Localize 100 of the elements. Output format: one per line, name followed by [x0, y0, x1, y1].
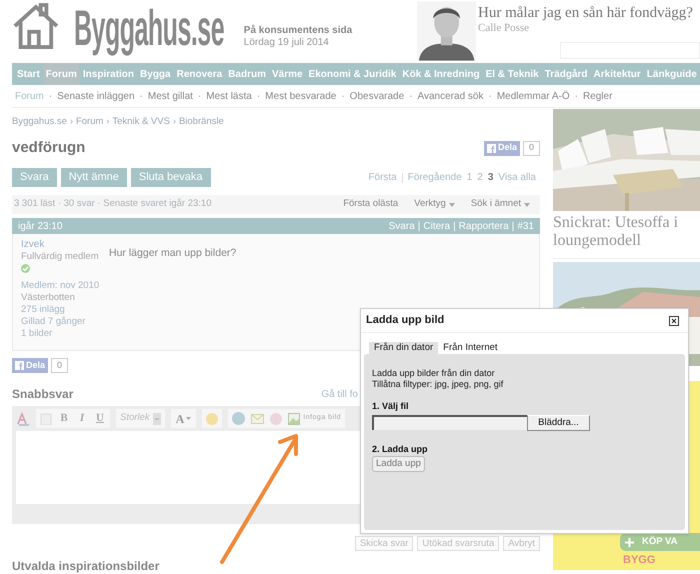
dropdown-icon: [152, 412, 161, 424]
goto-link[interactable]: Gå till fo: [321, 386, 358, 402]
tool-menu[interactable]: Sök i ämnet: [470, 197, 530, 212]
separator-dot: ·: [198, 90, 202, 104]
subnav-link[interactable]: Mest besvarade: [265, 88, 336, 104]
nav-tab[interactable]: Arkitektur: [590, 63, 644, 85]
author-detail: Gillad 7 gånger: [21, 316, 86, 328]
separator-dot: ·: [140, 90, 143, 104]
dialog-tab[interactable]: Från din dator: [369, 342, 438, 354]
nav-tab[interactable]: Värme: [268, 63, 306, 85]
dialog-text: Ladda upp bilder från din dator: [372, 368, 496, 379]
house-logo-icon: [12, 2, 60, 52]
dialog-text: Tillåtna filtyper: jpg, jpeg, png, gif: [372, 379, 504, 390]
nav-tab[interactable]: Trädgård: [542, 63, 591, 85]
ad-brand: BYGG: [623, 553, 656, 568]
breadcrumb-link[interactable]: Byggahus.se: [12, 114, 67, 130]
mail-icon[interactable]: [251, 414, 264, 424]
reply-button[interactable]: Utökad svarsruta: [417, 536, 500, 551]
breadcrumb-link[interactable]: Teknik & VVS: [112, 114, 170, 130]
subnav-link[interactable]: Avancerad sök: [418, 88, 484, 104]
share-count: 0: [51, 358, 68, 373]
pagination-link[interactable]: 1: [466, 170, 472, 185]
separator-dot: ·: [409, 90, 412, 104]
font-color-button[interactable]: A: [170, 409, 196, 428]
reply-button[interactable]: Skicka svar: [354, 536, 414, 551]
circle-icon[interactable]: [270, 412, 282, 424]
nav-tab[interactable]: Bygga: [137, 63, 174, 85]
image-icon: [288, 412, 300, 424]
text-style-icon[interactable]: [16, 412, 30, 426]
author-detail: 275 inlägg: [21, 304, 66, 316]
nav-tab[interactable]: Ekonomi & Juridik: [306, 63, 400, 85]
post-action[interactable]: Citera: [423, 218, 450, 234]
separator-dot: ·: [256, 90, 260, 104]
card-caption[interactable]: Snickrat: Utesoffa i loungemodell: [553, 214, 700, 250]
author-detail: 1 bilder: [21, 328, 54, 340]
pagination-link[interactable]: Visa alla: [498, 170, 536, 185]
reply-button[interactable]: Avbryt: [503, 536, 540, 551]
nav-tab[interactable]: Renovera: [174, 63, 226, 85]
subnav-link[interactable]: Medlemmar A-Ö: [496, 88, 570, 104]
teaser-title[interactable]: Hur målar jag en sån här fondvägg?: [478, 5, 700, 22]
post-action[interactable]: Svara: [388, 218, 415, 234]
subnav-link[interactable]: Regler: [582, 88, 612, 104]
nav-tab[interactable]: Kök & Inredning: [399, 63, 483, 85]
section-title: Utvalda inspirationsbilder: [12, 558, 160, 574]
nav-tab[interactable]: Start: [14, 63, 43, 85]
file-field[interactable]: [372, 414, 527, 430]
post-action[interactable]: Rapportera: [458, 218, 509, 234]
nav-tab[interactable]: Länkguide: [644, 63, 700, 85]
step-label: 1. Välj fil: [372, 400, 410, 413]
date-text: Lördag 19 juli 2014: [244, 37, 330, 49]
breadcrumb-separator: ›: [106, 115, 110, 128]
pagination-link[interactable]: Första: [368, 170, 397, 185]
upload-button[interactable]: Ladda upp: [372, 456, 425, 472]
share-button[interactable]: Dela: [12, 358, 48, 373]
post-time: igår 23:10: [18, 220, 62, 234]
breadcrumb-link[interactable]: Biobränsle: [178, 114, 224, 130]
subnav-link[interactable]: Obesvarade: [350, 88, 404, 104]
nav-tab[interactable]: Inspiration: [80, 63, 138, 85]
post-action[interactable]: #31: [517, 218, 534, 234]
underline-button[interactable]: U: [94, 410, 106, 427]
site-logo[interactable]: Byggahus.se: [74, 0, 224, 56]
caret-icon: [186, 417, 192, 420]
tagline: På konsumentens sida: [244, 25, 354, 37]
subnav-link[interactable]: Forum: [15, 88, 44, 104]
tool-menu[interactable]: Verktyg: [414, 197, 455, 212]
bold-button[interactable]: B: [58, 410, 70, 427]
step-label: 2. Ladda upp: [372, 442, 429, 456]
thread-button[interactable]: Svara: [12, 168, 57, 187]
author-detail: Västerbotten: [21, 292, 76, 304]
breadcrumb-separator: ›: [172, 115, 176, 128]
author-name[interactable]: Izvek: [21, 239, 109, 251]
nav-tab[interactable]: Badrum: [225, 63, 269, 85]
browse-button[interactable]: Bläddra...: [527, 414, 590, 430]
thread-button[interactable]: Sluta bevaka: [130, 168, 210, 187]
thread-title: vedförugn: [12, 138, 86, 158]
action-separator: |: [418, 220, 420, 234]
breadcrumb-separator: ›: [70, 115, 73, 128]
author-rank: Fullvärdig medlem: [21, 251, 100, 263]
pagination-link[interactable]: 2: [477, 170, 483, 185]
subnav-link[interactable]: Mest gillat: [148, 88, 193, 104]
subnav-link[interactable]: Senaste inläggen: [57, 88, 135, 104]
close-icon[interactable]: [669, 316, 679, 326]
pagination-link[interactable]: Föregående: [408, 170, 462, 185]
facebook-icon: [486, 144, 496, 152]
author-detail: Medlem: nov 2010: [21, 280, 100, 292]
separator-dot: ·: [488, 90, 492, 104]
plus-icon: [625, 538, 634, 546]
pagination-link[interactable]: 3: [488, 170, 494, 185]
separator-dot: ·: [341, 90, 345, 104]
share-button[interactable]: Dela: [484, 140, 520, 156]
subnav-link[interactable]: Mest lästa: [206, 88, 252, 104]
separator-dot: ·: [574, 90, 578, 104]
tool-menu[interactable]: Första olästa: [343, 197, 398, 212]
breadcrumb-link[interactable]: Forum: [76, 114, 104, 130]
thread-button[interactable]: Nytt ämne: [60, 168, 127, 187]
italic-button[interactable]: I: [76, 410, 88, 427]
share-count: 0: [522, 140, 540, 156]
nav-tab[interactable]: Forum: [42, 63, 80, 85]
font-size-select[interactable]: Storlek: [116, 409, 165, 428]
nav-tab[interactable]: El & Teknik: [482, 63, 542, 85]
